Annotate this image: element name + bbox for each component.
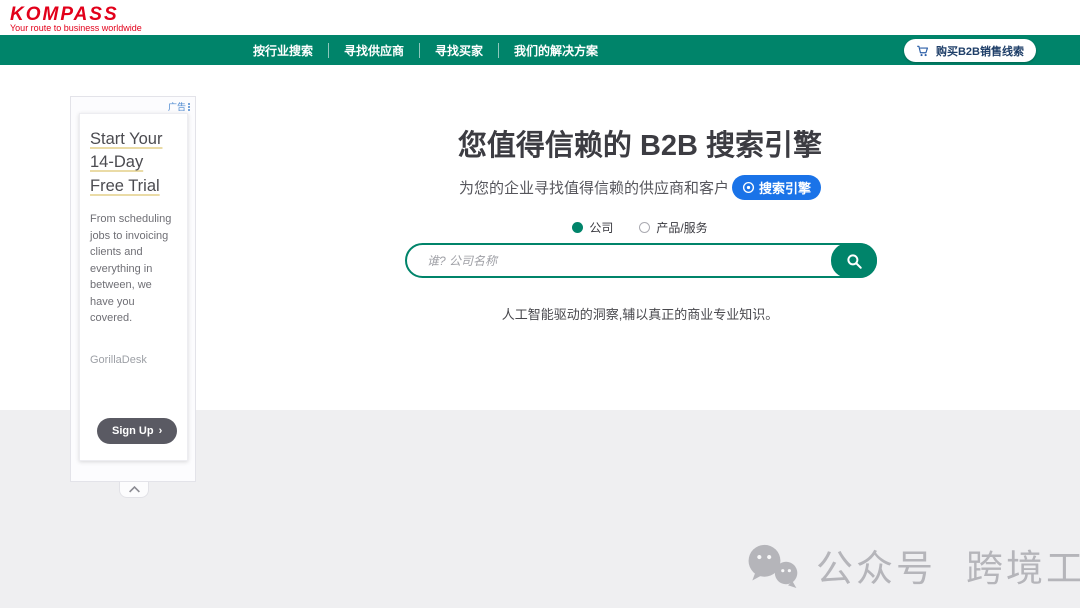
sign-up-label: Sign Up bbox=[112, 425, 154, 437]
radio-company-label: 公司 bbox=[589, 219, 613, 236]
top-header: KOMPASS Your route to business worldwide bbox=[0, 0, 1080, 35]
page-title: 您值得信赖的 B2B 搜索引擎 bbox=[200, 122, 1080, 164]
radio-unselected-icon bbox=[639, 222, 650, 233]
hero-subtitle: 为您的企业寻找值得信赖的供应商和客户 bbox=[459, 177, 729, 198]
page: KOMPASS Your route to business worldwide… bbox=[0, 0, 1080, 608]
ai-tagline: 人工智能驱动的洞察,辅以真正的商业专业知识。 bbox=[200, 304, 1080, 323]
nav-links: 按行业搜索 寻找供应商 寻找买家 我们的解决方案 bbox=[238, 35, 613, 65]
search-bar bbox=[405, 243, 877, 278]
search-input[interactable] bbox=[405, 243, 877, 278]
chevron-up-icon bbox=[128, 486, 141, 493]
search-icon bbox=[845, 252, 863, 270]
nav-search-by-industry[interactable]: 按行业搜索 bbox=[238, 42, 328, 59]
search-button[interactable] bbox=[831, 243, 877, 278]
chevron-right-icon: › bbox=[159, 425, 163, 437]
main-navbar: 按行业搜索 寻找供应商 寻找买家 我们的解决方案 购买B2B销售线索 bbox=[0, 35, 1080, 65]
ad-options-icon[interactable] bbox=[188, 103, 190, 111]
radio-company[interactable]: 公司 bbox=[572, 219, 613, 236]
radio-selected-icon bbox=[572, 222, 583, 233]
ad-widget: 广告 Start Your 14-Day Free Trial From sch… bbox=[70, 96, 196, 482]
buy-leads-label: 购买B2B销售线索 bbox=[936, 43, 1024, 59]
ad-title: Start Your 14-Day Free Trial bbox=[90, 128, 177, 198]
ad-body: From scheduling jobs to invoicing client… bbox=[90, 211, 177, 327]
hero-subtitle-row: 为您的企业寻找值得信赖的供应商和客户 搜索引擎 bbox=[200, 175, 1080, 200]
ad-card[interactable]: Start Your 14-Day Free Trial From schedu… bbox=[79, 113, 188, 461]
logo-tagline: Your route to business worldwide bbox=[10, 23, 142, 33]
search-engine-badge[interactable]: 搜索引擎 bbox=[732, 175, 821, 200]
radio-products-services[interactable]: 产品/服务 bbox=[639, 219, 707, 236]
nav-our-solutions[interactable]: 我们的解决方案 bbox=[499, 42, 613, 59]
badge-label: 搜索引擎 bbox=[759, 178, 811, 197]
nav-find-buyers[interactable]: 寻找买家 bbox=[420, 42, 498, 59]
buy-b2b-leads-button[interactable]: 购买B2B销售线索 bbox=[904, 39, 1036, 62]
ad-label: 广告 bbox=[168, 100, 186, 113]
radio-products-label: 产品/服务 bbox=[656, 219, 707, 236]
ad-collapse-tab[interactable] bbox=[119, 482, 149, 498]
target-icon bbox=[742, 181, 755, 194]
ad-advertiser: GorillaDesk bbox=[90, 354, 147, 366]
nav-find-suppliers[interactable]: 寻找供应商 bbox=[329, 42, 419, 59]
search-type-radios: 公司 产品/服务 bbox=[200, 219, 1080, 236]
sign-up-button[interactable]: Sign Up › bbox=[97, 418, 177, 444]
cart-icon bbox=[916, 44, 930, 58]
